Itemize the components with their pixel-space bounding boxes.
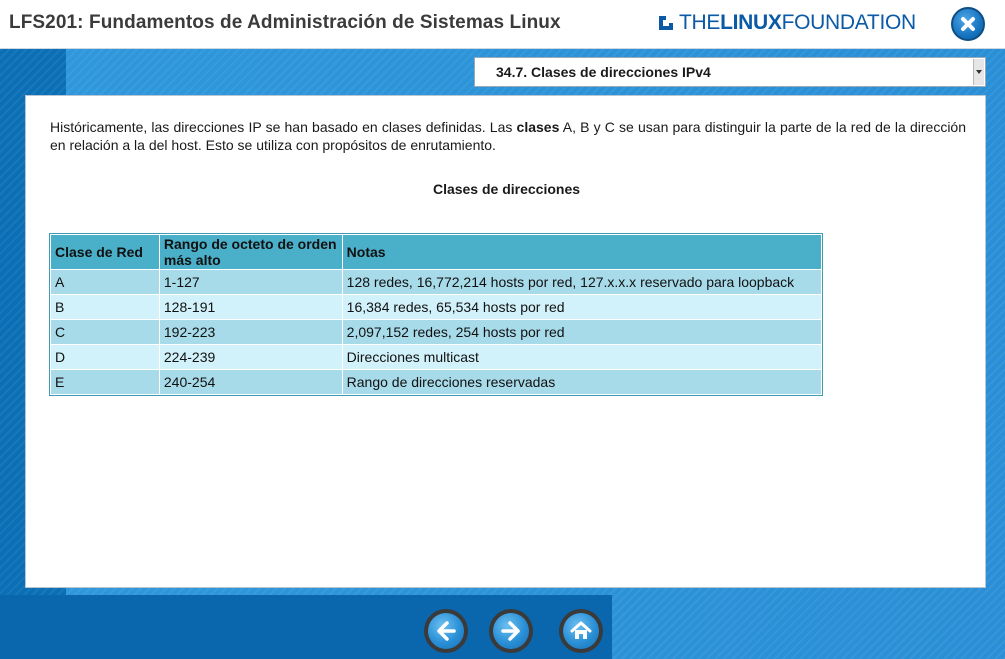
table-row: D 224-239 Direcciones multicast xyxy=(50,344,823,370)
course-title: LFS201: Fundamentos de Administración de… xyxy=(9,12,561,33)
header-bar: LFS201: Fundamentos de Administración de… xyxy=(0,0,1005,49)
table-cell: C xyxy=(50,319,160,345)
table-cell: Direcciones multicast xyxy=(341,344,823,370)
table-cell: 1-127 xyxy=(158,269,343,295)
column-header: Clase de Red xyxy=(50,234,160,270)
content-panel: Históricamente, las direcciones IP se ha… xyxy=(25,95,986,588)
arrow-right-icon xyxy=(501,621,520,641)
table-row: E 240-254 Rango de direcciones reservada… xyxy=(50,369,823,395)
logo-text-the: THE xyxy=(679,11,721,34)
back-button[interactable] xyxy=(424,609,468,653)
next-button[interactable] xyxy=(489,609,533,653)
table-cell: 240-254 xyxy=(158,369,343,395)
table-cell: 192-223 xyxy=(158,319,343,345)
logo-text: THELINUXFOUNDATION xyxy=(679,11,916,35)
section-dropdown-value: 34.7. Clases de direcciones IPv4 xyxy=(496,64,711,80)
table-cell: E xyxy=(50,369,160,395)
column-header: Notas xyxy=(341,234,823,270)
intro-text-bold: clases xyxy=(516,119,560,135)
table-cell: B xyxy=(50,294,160,320)
home-icon xyxy=(570,621,592,639)
table-row: A 1-127 128 redes, 16,772,214 hosts por … xyxy=(50,269,823,295)
table-cell: 224-239 xyxy=(158,344,343,370)
column-header: Rango de octeto de orden más alto xyxy=(158,234,343,270)
intro-paragraph: Históricamente, las direcciones IP se ha… xyxy=(50,118,966,154)
arrow-left-icon xyxy=(437,621,456,641)
address-classes-table: Clase de Red Rango de octeto de orden má… xyxy=(49,233,823,396)
table-cell: 2,097,152 redes, 254 hosts por red xyxy=(341,319,823,345)
close-icon xyxy=(961,17,975,31)
table-header-row: Clase de Red Rango de octeto de orden má… xyxy=(50,234,823,270)
logo-text-linux: LINUX xyxy=(720,11,782,34)
table-cell: 128-191 xyxy=(158,294,343,320)
intro-text-1: Históricamente, las direcciones IP se ha… xyxy=(50,119,517,135)
table-row: B 128-191 16,384 redes, 65,534 hosts por… xyxy=(50,294,823,320)
dropdown-arrow-button[interactable] xyxy=(973,59,984,85)
table-cell: 128 redes, 16,772,214 hosts por red, 127… xyxy=(341,269,823,295)
close-button[interactable] xyxy=(951,7,985,41)
section-dropdown[interactable]: 34.7. Clases de direcciones IPv4 xyxy=(474,57,986,87)
table-cell: Rango de direcciones reservadas xyxy=(341,369,823,395)
linux-foundation-logo: THELINUXFOUNDATION xyxy=(658,10,916,36)
logo-text-foundation: FOUNDATION xyxy=(781,11,917,34)
table-cell: 16,384 redes, 65,534 hosts por red xyxy=(341,294,823,320)
table-cell: D xyxy=(50,344,160,370)
table-row: C 192-223 2,097,152 redes, 254 hosts por… xyxy=(50,319,823,345)
table-cell: A xyxy=(50,269,160,295)
table-title: Clases de direcciones xyxy=(432,181,581,197)
linux-foundation-mark-icon xyxy=(658,15,674,31)
home-button[interactable] xyxy=(559,609,603,653)
chevron-down-icon xyxy=(976,70,982,74)
